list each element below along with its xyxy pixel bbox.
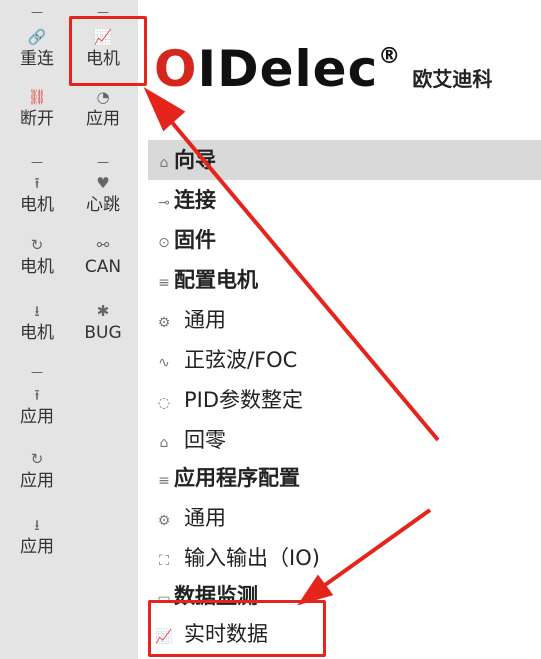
annotation-arrows	[143, 87, 440, 606]
arrow-line-2	[316, 508, 432, 592]
arrow-head-1	[143, 87, 186, 132]
arrow-line-1	[168, 118, 440, 442]
arrow-head-2	[297, 574, 334, 606]
